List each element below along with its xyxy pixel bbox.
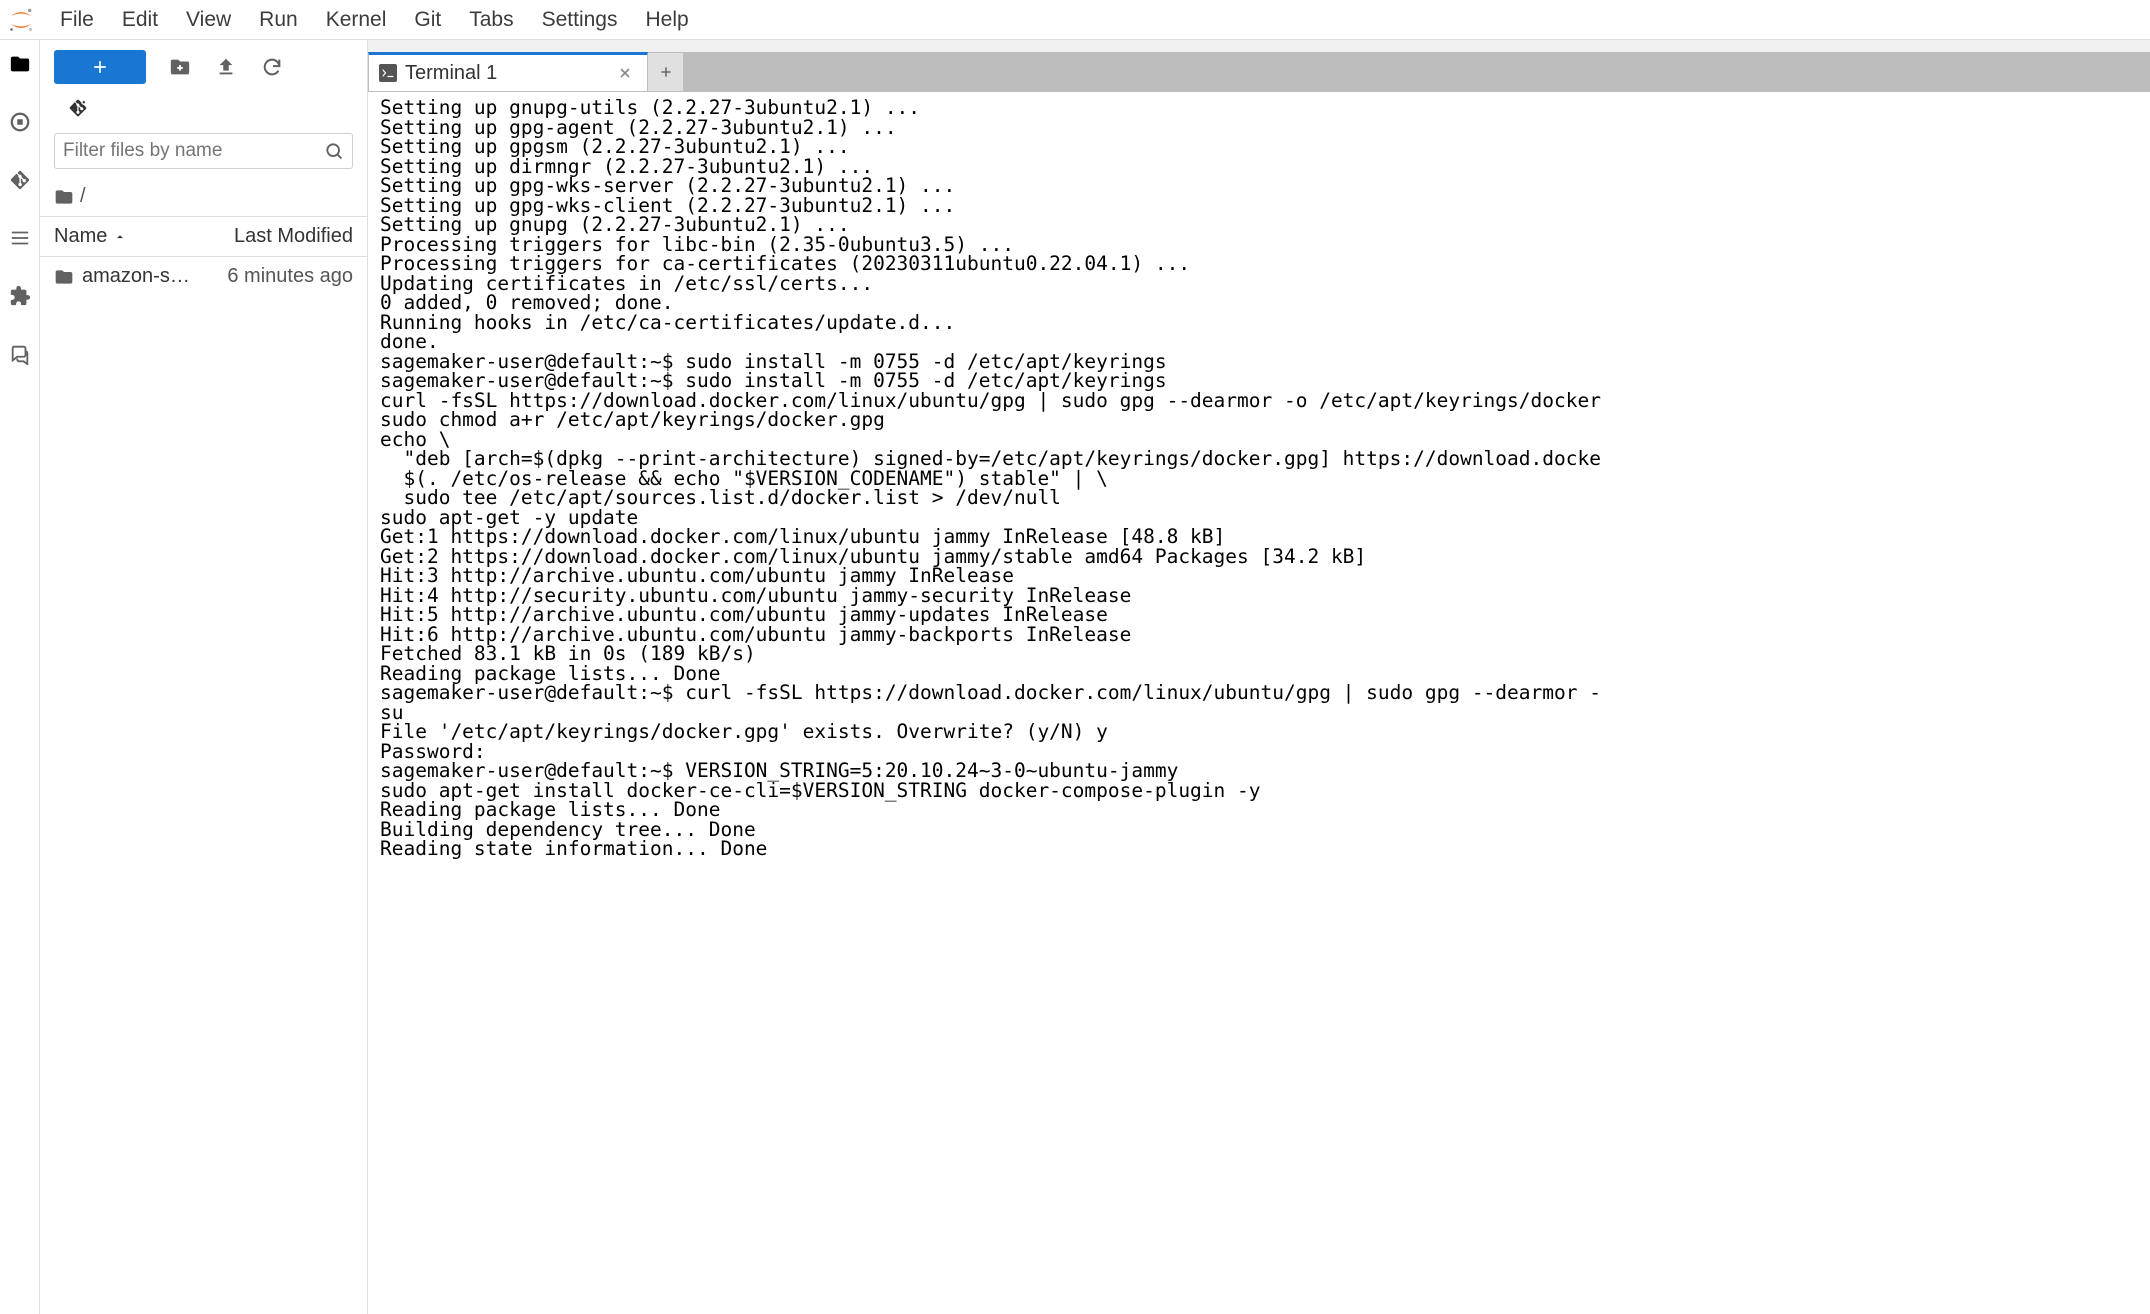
menu-help[interactable]: Help: [632, 0, 703, 40]
tab-terminal-1[interactable]: Terminal 1: [368, 52, 648, 91]
file-name: amazon-s…: [82, 265, 190, 288]
file-modified: 6 minutes ago: [203, 265, 353, 288]
list-item[interactable]: amazon-s… 6 minutes ago: [40, 257, 367, 296]
refresh-icon[interactable]: [260, 55, 284, 79]
activity-toc-icon[interactable]: [6, 224, 34, 252]
activity-running-icon[interactable]: [6, 108, 34, 136]
menu-git[interactable]: Git: [400, 0, 455, 40]
folder-icon: [54, 267, 74, 287]
menu-settings[interactable]: Settings: [528, 0, 632, 40]
folder-icon: [54, 187, 74, 207]
jupyter-logo: [6, 5, 36, 35]
tab-bar: Terminal 1: [368, 52, 2150, 92]
tab-label: Terminal 1: [405, 62, 605, 85]
activity-filebrowser-icon[interactable]: [6, 50, 34, 78]
main-content: Terminal 1 Setting up gnupg-utils (2.2.2…: [368, 40, 2150, 1314]
new-launcher-button[interactable]: [54, 50, 146, 84]
menu-file[interactable]: File: [46, 0, 108, 40]
menu-view[interactable]: View: [172, 0, 245, 40]
terminal-icon: [379, 64, 397, 82]
breadcrumb-root[interactable]: /: [80, 185, 86, 208]
breadcrumb[interactable]: /: [40, 179, 367, 217]
menu-edit[interactable]: Edit: [108, 0, 172, 40]
activity-chat-icon[interactable]: [6, 340, 34, 368]
activity-bar: [0, 40, 40, 1314]
upload-icon[interactable]: [214, 55, 238, 79]
close-icon[interactable]: [613, 65, 637, 81]
file-browser-panel: / Name Last Modified amazon-s…: [40, 40, 368, 1314]
activity-git-icon[interactable]: [6, 166, 34, 194]
git-clone-icon[interactable]: [68, 98, 88, 118]
column-name-label[interactable]: Name: [54, 225, 107, 248]
terminal-output[interactable]: Setting up gnupg-utils (2.2.27-3ubuntu2.…: [380, 98, 2150, 859]
menubar: File Edit View Run Kernel Git Tabs Setti…: [0, 0, 2150, 40]
terminal-pane[interactable]: Setting up gnupg-utils (2.2.27-3ubuntu2.…: [368, 92, 2150, 1314]
menu-run[interactable]: Run: [245, 0, 312, 40]
new-tab-button[interactable]: [648, 52, 684, 91]
file-filter-input[interactable]: [63, 140, 316, 162]
activity-extensions-icon[interactable]: [6, 282, 34, 310]
file-browser-toolbar: [40, 40, 367, 94]
search-icon[interactable]: [324, 141, 344, 161]
sort-asc-icon[interactable]: [113, 230, 127, 244]
column-modified-label[interactable]: Last Modified: [203, 225, 353, 248]
menu-tabs[interactable]: Tabs: [455, 0, 527, 40]
git-actions-row: [40, 94, 367, 125]
file-list-header: Name Last Modified: [40, 217, 367, 257]
new-folder-icon[interactable]: [168, 55, 192, 79]
file-filter: [40, 125, 367, 179]
menu-kernel[interactable]: Kernel: [312, 0, 401, 40]
